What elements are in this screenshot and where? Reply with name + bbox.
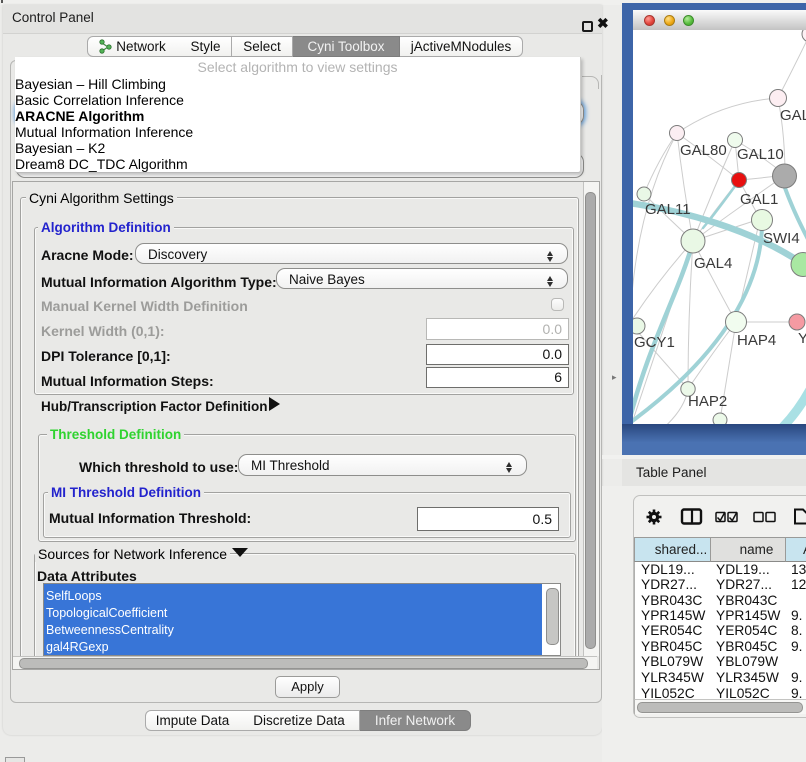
svg-text:GAL4: GAL4 — [694, 255, 732, 272]
svg-text:GAL80: GAL80 — [680, 142, 727, 159]
svg-text:GAL10: GAL10 — [737, 146, 784, 163]
svg-text:SWI4: SWI4 — [763, 230, 800, 247]
svg-text:GAL1: GAL1 — [740, 191, 778, 208]
svg-text:HAP2: HAP2 — [688, 393, 727, 410]
svg-text:GAL7: GAL7 — [780, 107, 806, 124]
svg-text:Y: Y — [798, 330, 806, 347]
svg-text:GAL11: GAL11 — [645, 201, 691, 218]
svg-text:HAP4: HAP4 — [737, 332, 776, 349]
svg-text:GCY1: GCY1 — [634, 334, 675, 351]
